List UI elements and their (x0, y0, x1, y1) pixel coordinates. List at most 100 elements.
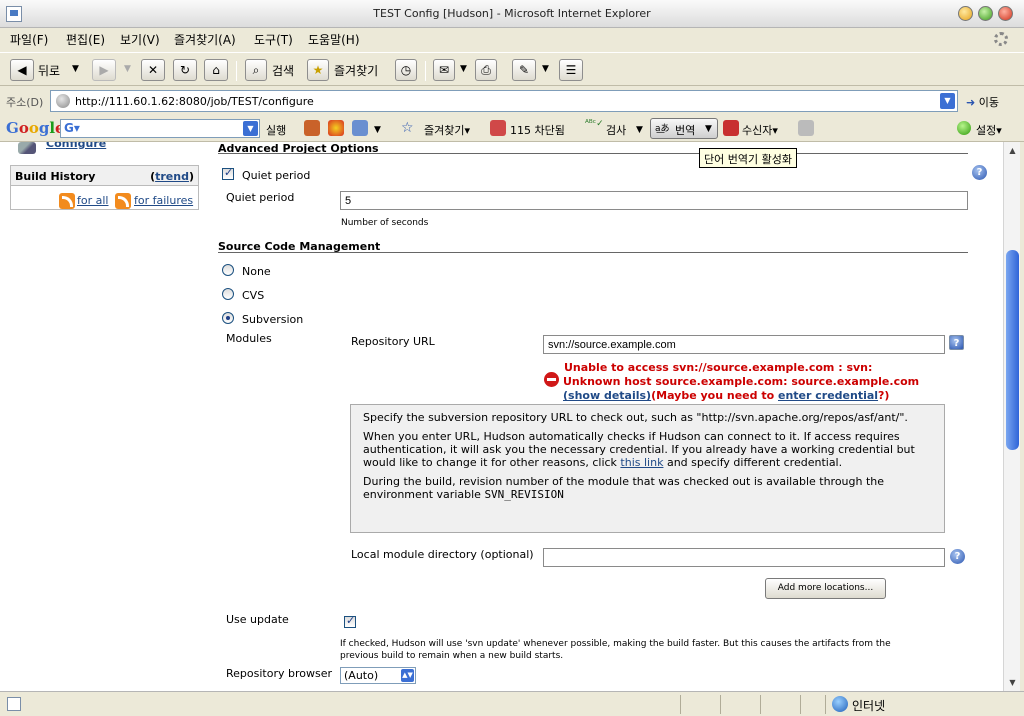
scm-radio-subversion-label: Subversion (242, 313, 304, 326)
extensions-dropdown-icon[interactable]: ▼ (374, 125, 381, 135)
search-button-label[interactable]: 검색 (272, 62, 294, 79)
minimize-button[interactable] (958, 6, 973, 21)
edit-icon[interactable]: ✎ (512, 59, 536, 81)
back-button-label[interactable]: 뒤로 (38, 62, 60, 79)
google-run-button[interactable]: 실행 (266, 122, 286, 138)
favorites-button-label[interactable]: 즐겨찾기 (334, 62, 378, 79)
local-module-directory-input[interactable] (543, 548, 945, 567)
spellcheck-dropdown-icon[interactable]: ▼ (636, 125, 643, 135)
mail-icon[interactable]: ✉ (433, 59, 455, 81)
add-more-locations-button[interactable]: Add more locations... (765, 578, 886, 599)
repository-url-help-icon[interactable]: ? (949, 335, 964, 350)
build-history-trend: (trend) (150, 170, 194, 183)
page-rank-icon[interactable] (328, 120, 344, 136)
repository-browser-select[interactable]: (Auto) ▲▼ (340, 667, 416, 684)
send-to-button[interactable]: 수신자▾ (742, 122, 778, 138)
discuss-icon[interactable]: ☰ (559, 59, 583, 81)
address-url[interactable]: http://111.60.1.62:8080/job/TEST/configu… (75, 95, 314, 108)
mail-dropdown-icon[interactable]: ▼ (460, 64, 467, 74)
edit-dropdown-icon[interactable]: ▼ (542, 64, 549, 74)
send-to-label: 수신자 (742, 124, 773, 137)
google-logo[interactable]: Google (6, 119, 65, 137)
use-update-label: Use update (226, 613, 289, 626)
popup-blocker-icon[interactable] (490, 120, 506, 136)
print-icon[interactable]: ⎙ (475, 59, 497, 81)
scrollbar-thumb[interactable] (1006, 250, 1019, 450)
advanced-help-icon[interactable]: ? (972, 165, 987, 180)
error-line-3: (show details)(Maybe you need to enter c… (563, 389, 963, 403)
toolbar-separator (236, 61, 237, 81)
repository-browser-label: Repository browser (226, 667, 332, 680)
google-search-input[interactable]: G▾ ▼ (60, 119, 260, 138)
favorites-star-icon[interactable]: ★ (307, 59, 329, 81)
rss-icon[interactable] (115, 193, 131, 209)
address-input[interactable]: http://111.60.1.62:8080/job/TEST/configu… (50, 90, 958, 112)
back-dropdown-icon[interactable]: ▼ (72, 64, 79, 74)
vertical-scrollbar[interactable]: ▲ ▼ (1003, 142, 1020, 691)
google-search-dropdown-icon[interactable]: ▼ (243, 121, 258, 136)
bookmark-icon[interactable] (304, 120, 320, 136)
address-dropdown-icon[interactable]: ▼ (940, 93, 955, 109)
error-maybe-suffix: ?) (878, 389, 890, 402)
spellcheck-button[interactable]: 검사 (606, 122, 626, 138)
translate-button[interactable]: a͟あ 번역 ▼ (650, 118, 718, 139)
quiet-period-checkbox[interactable] (222, 166, 234, 180)
scroll-up-arrow-icon[interactable]: ▲ (1005, 143, 1020, 158)
menu-favorites[interactable]: 즐겨찾기(A) (174, 31, 236, 48)
spellcheck-icon[interactable]: ᴬᴮᶜ✓ (585, 119, 604, 129)
google-favorites-star-icon[interactable]: ☆ (401, 120, 414, 136)
rss-icon[interactable] (59, 193, 75, 209)
local-module-directory-help-icon[interactable]: ? (950, 549, 965, 564)
local-module-directory-label: Local module directory (optional) (351, 548, 534, 561)
forward-arrow-icon[interactable]: ▶ (92, 59, 116, 81)
maximize-button[interactable] (978, 6, 993, 21)
sidebar-configure-link[interactable]: Configure (46, 142, 106, 150)
trend-link[interactable]: trend (155, 170, 189, 183)
refresh-icon[interactable]: ↻ (173, 59, 197, 81)
history-icon[interactable]: ◷ (395, 59, 417, 81)
quiet-period-input[interactable] (340, 191, 968, 210)
search-icon[interactable]: ⌕ (245, 59, 267, 81)
google-settings-button[interactable]: 설정▾ (976, 122, 1002, 138)
show-details-link[interactable]: (show details) (563, 389, 651, 402)
send-to-icon[interactable] (723, 120, 739, 136)
configure-icon[interactable] (18, 142, 36, 154)
change-credential-link[interactable]: this link (620, 456, 663, 469)
use-update-checkbox[interactable] (344, 614, 356, 628)
scm-radio-cvs[interactable] (222, 288, 234, 300)
menu-help[interactable]: 도움말(H) (308, 31, 360, 48)
rss-for-failures-link[interactable]: for failures (134, 194, 193, 207)
scroll-down-arrow-icon[interactable]: ▼ (1005, 675, 1020, 690)
scm-radio-subversion[interactable] (222, 312, 234, 324)
go-button[interactable]: ➜ 이동 (966, 94, 999, 110)
section-divider (218, 252, 968, 253)
enter-credential-link[interactable]: enter credential (778, 389, 878, 402)
stop-icon[interactable]: ✕ (141, 59, 165, 81)
menu-edit[interactable]: 편집(E) (66, 31, 105, 48)
google-g-icon[interactable]: G▾ (64, 121, 80, 135)
highlighter-icon[interactable] (798, 120, 814, 136)
close-window-button[interactable] (998, 6, 1013, 21)
window-title-bar: TEST Config [Hudson] - Microsoft Interne… (0, 0, 1024, 28)
back-arrow-icon[interactable]: ◀ (10, 59, 34, 81)
error-line-2: Unknown host source.example.com: source.… (563, 375, 920, 388)
menu-tools[interactable]: 도구(T) (254, 31, 293, 48)
page-content: Configure Build History (trend) for all … (0, 142, 1003, 691)
google-status-icon[interactable] (957, 121, 971, 135)
rss-for-all-link[interactable]: for all (77, 194, 108, 207)
svn-revision-variable: SVN_REVISION (484, 488, 564, 501)
page-status-icon (7, 697, 21, 711)
menu-view[interactable]: 보기(V) (120, 31, 160, 48)
google-favorites-button[interactable]: 즐겨찾기▾ (424, 122, 470, 138)
extensions-icon[interactable] (352, 120, 368, 136)
error-line-1: Unable to access svn://source.example.co… (564, 361, 873, 374)
scm-radio-none[interactable] (222, 264, 234, 276)
translate-icon: a͟あ (655, 124, 670, 134)
forward-dropdown-icon[interactable]: ▼ (124, 64, 131, 74)
repository-url-input[interactable] (543, 335, 945, 354)
popup-blocked-count[interactable]: 115 차단됨 (510, 122, 565, 138)
menu-file[interactable]: 파일(F) (10, 31, 48, 48)
status-bar: 인터넷 (0, 691, 1024, 716)
home-icon[interactable]: ⌂ (204, 59, 228, 81)
menu-bar: 파일(F) 편집(E) 보기(V) 즐겨찾기(A) 도구(T) 도움말(H) (0, 28, 1024, 50)
